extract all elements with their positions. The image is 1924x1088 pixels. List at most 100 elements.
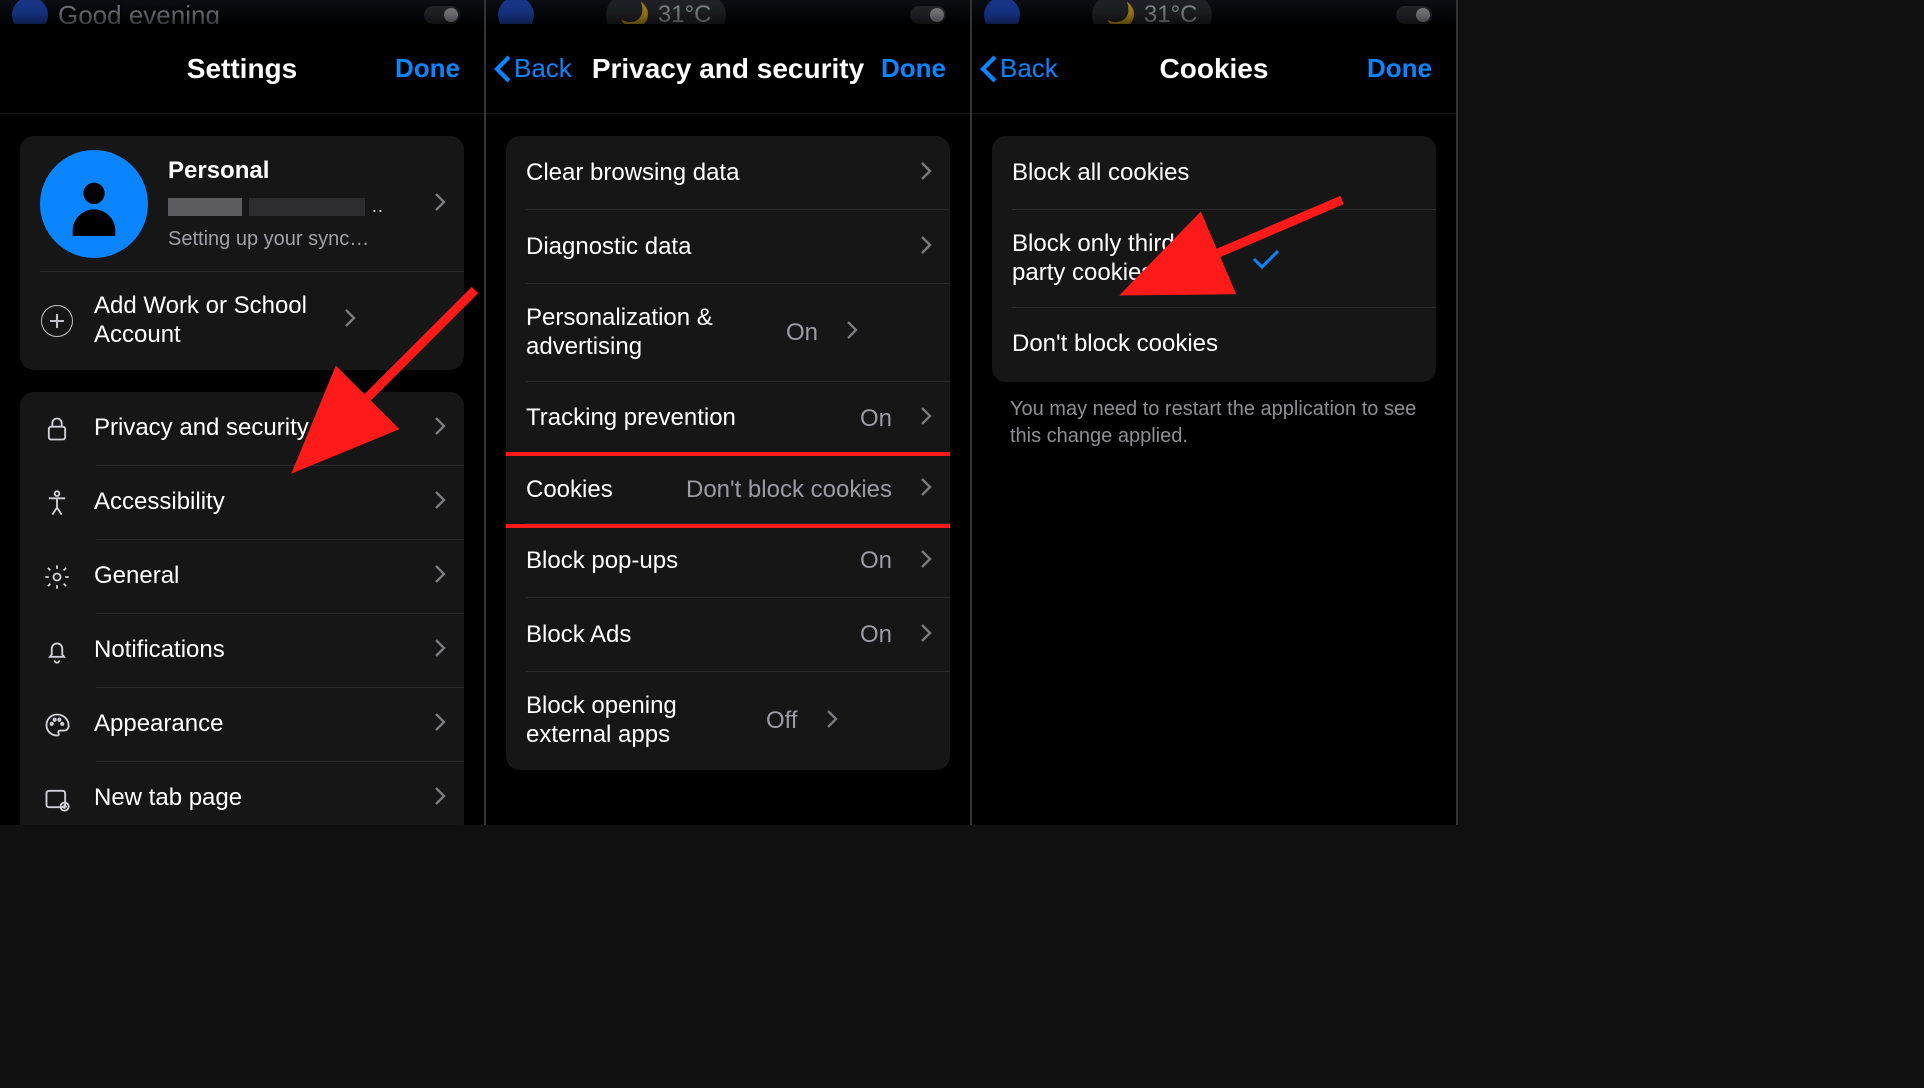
panel-cookies: 🌙 31°C Back Cookies Done Block all cooki… [972, 0, 1458, 825]
lock-icon [40, 412, 74, 446]
tracking-value: On [860, 405, 892, 433]
back-button[interactable]: Back [980, 53, 1058, 84]
privacy-list-group: Clear browsing data Diagnostic data Pers… [506, 136, 950, 770]
done-button[interactable]: Done [881, 53, 946, 84]
privacy-navbar: Back Privacy and security Done [486, 24, 970, 114]
external-value: Off [766, 707, 798, 735]
home-toggle-icon [424, 6, 460, 24]
newtab-row[interactable]: New tab page [20, 762, 464, 825]
personalization-value: On [786, 319, 818, 347]
cookies-value: Don't block cookies [633, 476, 892, 504]
chevron-right-icon [920, 405, 932, 432]
cookies-label: Cookies [526, 476, 613, 505]
block-all-label: Block all cookies [1012, 159, 1418, 188]
settings-title: Settings [187, 53, 297, 85]
redacted-block [168, 198, 242, 216]
chevron-right-icon [920, 622, 932, 649]
chevron-right-icon [434, 415, 446, 442]
privacy-sheet: Back Privacy and security Done Clear bro… [486, 24, 970, 825]
panel-privacy: 🌙 31°C Back Privacy and security Done Cl… [486, 0, 972, 825]
chevron-right-icon [434, 711, 446, 738]
tracking-row[interactable]: Tracking prevention On [506, 382, 950, 456]
chevron-right-icon [920, 234, 932, 261]
redacted-block [249, 198, 365, 216]
personalization-row[interactable]: Personalization & advertising On [506, 284, 950, 382]
privacy-row[interactable]: Privacy and security [20, 392, 464, 466]
cookies-options-group: Block all cookies Block only third party… [992, 136, 1436, 382]
settings-navbar: Settings Done [0, 24, 484, 114]
block-third-label: Block only third party cookies [1012, 230, 1232, 288]
chevron-right-icon [434, 489, 446, 516]
cookies-footer-note: You may need to restart the application … [992, 382, 1436, 464]
done-button[interactable]: Done [1367, 53, 1432, 84]
cookies-title: Cookies [1160, 53, 1269, 85]
settings-sheet: Settings Done Personal ‥ [0, 24, 484, 825]
check-icon [1252, 249, 1280, 269]
back-button[interactable]: Back [494, 53, 572, 84]
bell-icon [40, 634, 74, 668]
newtab-label: New tab page [94, 784, 414, 813]
general-label: General [94, 562, 414, 591]
chevron-right-icon [920, 160, 932, 187]
accessibility-icon [40, 486, 74, 520]
add-account-row[interactable]: Add Work or School Account [20, 272, 464, 370]
settings-list-group: Privacy and security Accessibility Gener… [20, 392, 464, 825]
block-third-row[interactable]: Block only third party cookies [992, 210, 1436, 308]
clear-data-label: Clear browsing data [526, 159, 900, 188]
popups-row[interactable]: Block pop-ups On [506, 524, 950, 598]
ads-row[interactable]: Block Ads On [506, 598, 950, 672]
account-name: Personal [168, 157, 414, 186]
chevron-right-icon [434, 191, 446, 218]
chevron-right-icon [434, 637, 446, 664]
notifications-label: Notifications [94, 636, 414, 665]
chevron-right-icon [846, 319, 858, 346]
dont-block-label: Don't block cookies [1012, 330, 1418, 359]
gear-icon [40, 560, 74, 594]
personalization-label: Personalization & advertising [526, 304, 766, 362]
diagnostic-row[interactable]: Diagnostic data [506, 210, 950, 284]
appearance-row[interactable]: Appearance [20, 688, 464, 762]
clear-data-row[interactable]: Clear browsing data [506, 136, 950, 210]
accessibility-row[interactable]: Accessibility [20, 466, 464, 540]
notifications-row[interactable]: Notifications [20, 614, 464, 688]
chevron-right-icon [920, 476, 932, 503]
popups-label: Block pop-ups [526, 547, 840, 576]
privacy-label: Privacy and security [94, 414, 414, 443]
chevron-right-icon [434, 785, 446, 812]
plus-circle-icon [40, 304, 74, 338]
tracking-label: Tracking prevention [526, 404, 840, 433]
add-account-label: Add Work or School Account [94, 292, 324, 350]
external-label: Block opening external apps [526, 692, 746, 750]
general-row[interactable]: General [20, 540, 464, 614]
cookies-navbar: Back Cookies Done [972, 24, 1456, 114]
popups-value: On [860, 547, 892, 575]
avatar-icon [40, 150, 148, 258]
accessibility-label: Accessibility [94, 488, 414, 517]
back-label: Back [514, 53, 572, 84]
chevron-right-icon [344, 307, 356, 334]
panel-settings: Good evening Settings Done Personal [0, 0, 486, 825]
newtab-icon [40, 782, 74, 816]
cookies-sheet: Back Cookies Done Block all cookies Bloc… [972, 24, 1456, 825]
sync-status: Setting up your sync… [168, 227, 414, 251]
redacted-ellipsis: ‥ [371, 196, 385, 216]
privacy-title: Privacy and security [592, 53, 864, 85]
ads-value: On [860, 621, 892, 649]
chevron-right-icon [826, 708, 838, 735]
ads-label: Block Ads [526, 621, 840, 650]
cookies-row[interactable]: Cookies Don't block cookies [506, 452, 950, 529]
block-all-row[interactable]: Block all cookies [992, 136, 1436, 210]
chevron-right-icon [434, 563, 446, 590]
appearance-label: Appearance [94, 710, 414, 739]
dont-block-row[interactable]: Don't block cookies [992, 308, 1436, 382]
home-toggle-icon [1396, 6, 1432, 24]
diagnostic-label: Diagnostic data [526, 233, 900, 262]
external-row[interactable]: Block opening external apps Off [506, 672, 950, 770]
done-button[interactable]: Done [395, 53, 460, 84]
home-toggle-icon [910, 6, 946, 24]
back-label: Back [1000, 53, 1058, 84]
chevron-right-icon [920, 548, 932, 575]
account-group: Personal ‥ Setting up your sync… [20, 136, 464, 370]
palette-icon [40, 708, 74, 742]
account-row[interactable]: Personal ‥ Setting up your sync… [20, 136, 464, 272]
